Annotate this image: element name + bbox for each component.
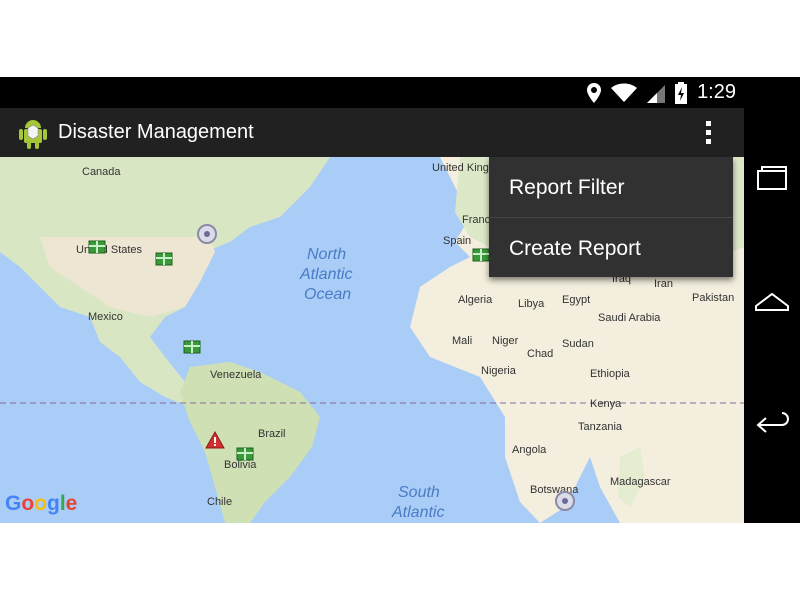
country-label: Pakistan [692, 292, 734, 304]
ocean-label: Atlantic [391, 504, 444, 521]
country-label: Kenya [590, 398, 622, 410]
gift-marker-icon[interactable] [236, 447, 254, 461]
navigation-bar [744, 77, 800, 523]
country-label: Libya [518, 298, 545, 310]
status-bar: 1:29 [0, 77, 744, 108]
south-america-landmass [180, 362, 320, 523]
gift-marker-icon[interactable] [183, 340, 201, 354]
android-app-icon [19, 120, 47, 149]
country-label: United States [76, 244, 143, 256]
ocean-label: North [307, 246, 346, 263]
back-icon[interactable] [752, 404, 792, 444]
battery-icon [675, 81, 688, 104]
overflow-menu-button[interactable] [700, 117, 716, 149]
action-bar: Disaster Management [0, 108, 744, 157]
country-label: Egypt [562, 294, 590, 306]
location-icon [587, 82, 602, 103]
gift-marker-icon[interactable] [88, 240, 106, 254]
country-label: Angola [512, 444, 547, 456]
home-icon[interactable] [752, 280, 792, 320]
country-label: Mali [452, 335, 472, 347]
signal-icon [647, 84, 666, 103]
google-logo: Google [5, 492, 78, 515]
country-label: Chile [207, 496, 232, 508]
gift-marker-icon[interactable] [472, 248, 490, 262]
shelter-marker-icon[interactable] [555, 491, 575, 511]
country-label: Nigeria [481, 365, 517, 377]
ocean-label: Ocean [304, 286, 351, 303]
gift-marker-icon[interactable] [155, 252, 173, 266]
country-label: Ethiopia [590, 368, 631, 380]
app-title: Disaster Management [58, 121, 254, 143]
country-label: Mexico [88, 311, 123, 323]
overflow-menu-popup: Report Filter Create Report [489, 157, 733, 277]
country-label: Iran [654, 278, 673, 290]
report-filter-menu-item[interactable]: Report Filter [489, 157, 733, 217]
device-frame: 1:29 Disaster Management Canada United S… [0, 77, 800, 523]
ocean-label: Atlantic [299, 266, 352, 283]
shelter-marker-icon[interactable] [197, 224, 217, 244]
country-label: Madagascar [610, 476, 671, 488]
country-label: Canada [82, 166, 121, 178]
country-label: Spain [443, 235, 471, 247]
wifi-icon [611, 83, 638, 102]
country-label: Saudi Arabia [598, 312, 661, 324]
recent-apps-icon[interactable] [752, 157, 792, 197]
country-label: Chad [527, 348, 553, 360]
country-label: Niger [492, 335, 519, 347]
country-label: Bolivia [224, 459, 257, 471]
country-label: Brazil [258, 428, 286, 440]
country-label: Tanzania [578, 421, 623, 433]
country-label: Venezuela [210, 369, 262, 381]
create-report-menu-item[interactable]: Create Report [489, 218, 733, 278]
status-time: 1:29 [697, 81, 736, 103]
country-label: Algeria [458, 294, 493, 306]
ocean-label: South [398, 484, 440, 501]
country-label: Sudan [562, 338, 594, 350]
